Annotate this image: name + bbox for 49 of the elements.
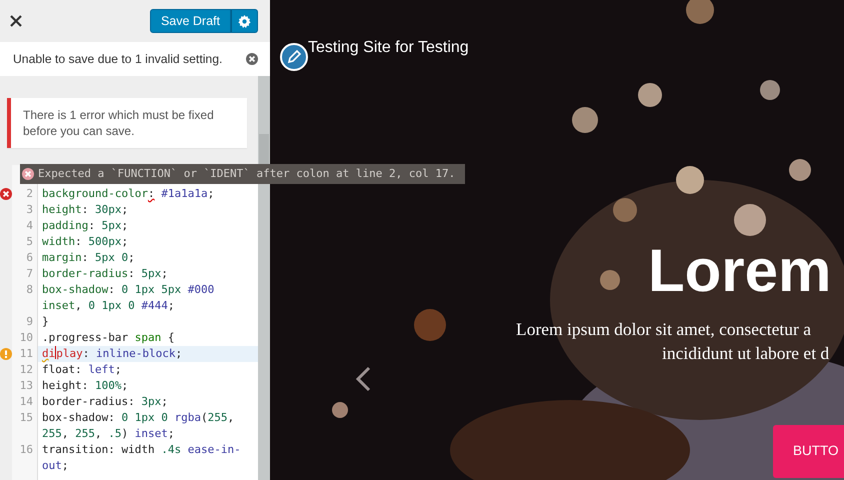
code-line: background-color: #1a1a1a; bbox=[42, 187, 214, 200]
notice-text: Unable to save due to 1 invalid setting. bbox=[13, 50, 222, 68]
line-number: 12 bbox=[20, 363, 33, 376]
code-line: border-radius: 3px; bbox=[42, 395, 168, 408]
code-line: 255, 255, .5) inset; bbox=[42, 427, 174, 440]
code-line: .progress-bar span { bbox=[42, 331, 174, 344]
code-line: height: 30px; bbox=[42, 203, 128, 216]
code-line: di play: inline-block; bbox=[42, 347, 182, 360]
code-line: height: 100%; bbox=[42, 379, 128, 392]
line-number: 9 bbox=[26, 315, 33, 328]
code-line: } bbox=[42, 315, 49, 328]
code-line: float: left; bbox=[42, 363, 122, 376]
site-title[interactable]: Testing Site for Testing bbox=[308, 36, 469, 60]
settings-button[interactable] bbox=[231, 9, 258, 33]
close-icon[interactable] bbox=[10, 15, 22, 27]
code-line: inset, 0 1px 0 #444; bbox=[42, 299, 174, 312]
error-notice: There is 1 error which must be fixed before you can save. bbox=[7, 98, 247, 148]
save-draft-button[interactable]: Save Draft bbox=[150, 9, 231, 33]
dismiss-icon[interactable] bbox=[246, 53, 258, 65]
line-number: 2 bbox=[26, 187, 33, 200]
line-number: 14 bbox=[20, 395, 33, 408]
line-number: 11 bbox=[20, 347, 33, 360]
code-editor[interactable] bbox=[0, 165, 258, 480]
code-line: box-shadow: 0 1px 0 rgba(255, bbox=[42, 411, 234, 424]
line-number: 16 bbox=[20, 443, 33, 456]
slide-text: incididunt ut labore et d bbox=[662, 342, 830, 365]
slide-text: Lorem ipsum dolor sit amet, consectetur a bbox=[516, 318, 811, 341]
code-line: margin: 5px 0; bbox=[42, 251, 135, 264]
code-line: out; bbox=[42, 459, 68, 472]
code-line: padding: 5px; bbox=[42, 219, 128, 232]
line-number: 13 bbox=[20, 379, 33, 392]
slide-heading: Lorem bbox=[648, 236, 832, 306]
line-number: 5 bbox=[26, 235, 33, 248]
line-number: 3 bbox=[26, 203, 33, 216]
chevron-left-icon[interactable] bbox=[354, 366, 372, 392]
line-number: 8 bbox=[26, 283, 33, 296]
code-line: box-shadow: 0 1px 5px #000 bbox=[42, 283, 214, 296]
line-number: 7 bbox=[26, 267, 33, 280]
code-line: width: 500px; bbox=[42, 235, 128, 248]
line-number: 10 bbox=[20, 331, 33, 344]
line-number: 4 bbox=[26, 219, 33, 232]
code-line: transition: width .4s ease-in- bbox=[42, 443, 241, 456]
settings-icon bbox=[238, 14, 251, 28]
error-icon bbox=[22, 168, 34, 180]
code-line: border-radius: 5px; bbox=[42, 267, 168, 280]
tooltip-text: Expected a `FUNCTION` or `IDENT` after colon at line 2, col 17. bbox=[38, 166, 456, 182]
line-number: 15 bbox=[20, 411, 33, 424]
slide-button[interactable]: BUTTO bbox=[773, 425, 844, 478]
line-number: 6 bbox=[26, 251, 33, 264]
